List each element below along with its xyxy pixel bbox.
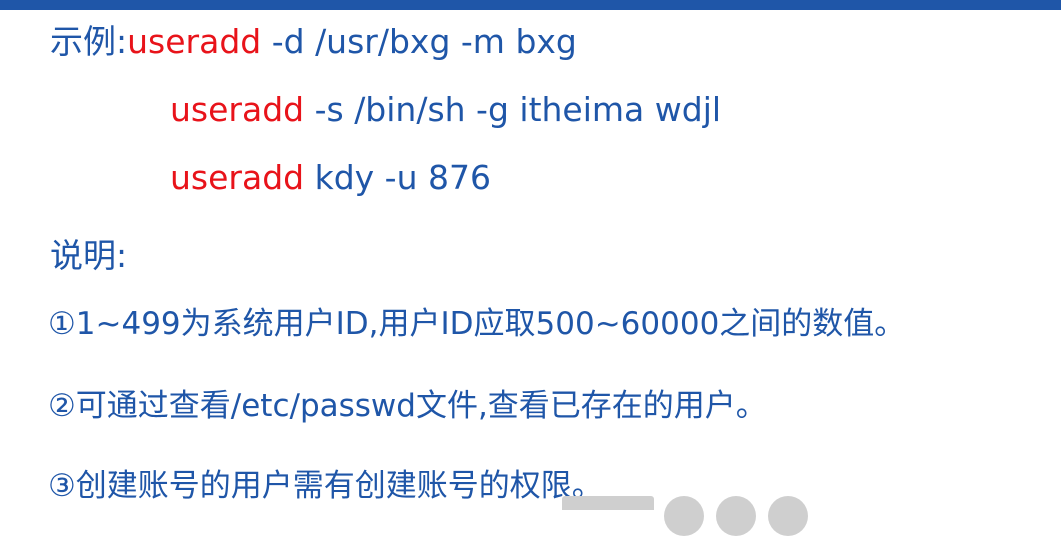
player-control-bar[interactable] xyxy=(562,496,654,510)
note-item-3: ③创建账号的用户需有创建账号的权限。 xyxy=(48,468,603,504)
top-accent-bar xyxy=(0,0,1061,10)
command-keyword: useradd xyxy=(170,90,305,129)
example-line-1: 示例:useradd -d /usr/bxg -m bxg xyxy=(50,22,577,62)
note-item-2: ②可通过查看/etc/passwd文件,查看已存在的用户。 xyxy=(48,388,767,424)
example-line-2: useradd -s /bin/sh -g itheima wdjl xyxy=(170,90,721,130)
note-item-1: ①1~499为系统用户ID,用户ID应取500~60000之间的数值。 xyxy=(48,306,906,342)
command-keyword: useradd xyxy=(170,158,305,197)
player-control-button[interactable] xyxy=(768,496,808,536)
command-args: -s /bin/sh -g itheima wdjl xyxy=(304,90,722,129)
command-args: -d /usr/bxg -m bxg xyxy=(261,22,577,61)
notes-label: 说明: xyxy=(50,236,128,275)
command-args: kdy -u 876 xyxy=(304,158,491,197)
command-keyword: useradd xyxy=(127,22,262,61)
player-control-button[interactable] xyxy=(664,496,704,536)
example-line-3: useradd kdy -u 876 xyxy=(170,158,491,198)
example-label: 示例: xyxy=(50,22,128,61)
player-control-button[interactable] xyxy=(716,496,756,536)
